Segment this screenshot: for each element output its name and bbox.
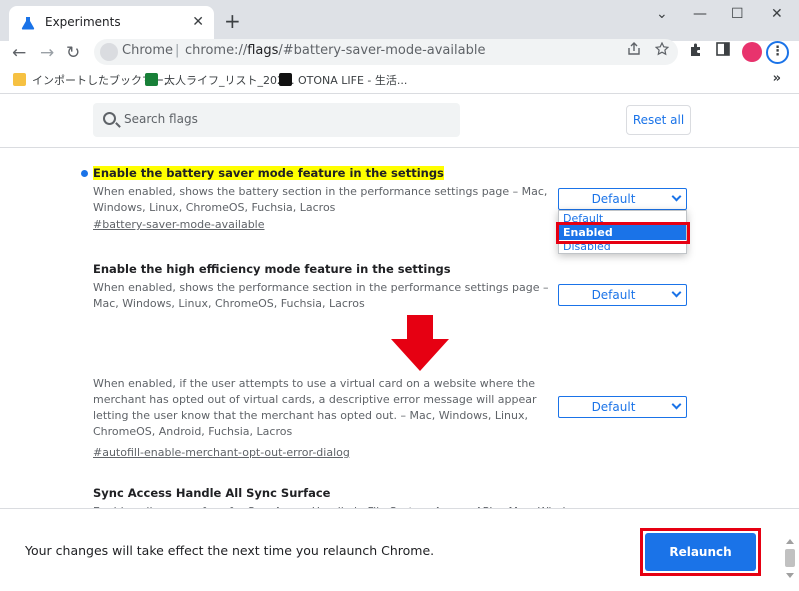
bookmarks-more-icon[interactable]: » (773, 71, 781, 86)
bookmark-item[interactable]: OTONA LIFE - 生活... (279, 72, 407, 88)
flag-select-battery-saver[interactable]: Default (558, 188, 687, 210)
relaunch-message: Your changes will take effect the next t… (25, 543, 435, 558)
flask-icon (21, 17, 35, 30)
address-bar[interactable]: Chrome | chrome://flags/#battery-saver-m… (94, 39, 678, 65)
bookmark-label: OTONA LIFE - 生活... (298, 74, 408, 87)
tab-title: Experiments (45, 15, 121, 29)
flag-description: When enabled, shows the battery section … (93, 185, 548, 214)
browser-screenshot-top: Experiments ✕ + ⌄ — ☐ ✕ ← → ↻ Chrome | c… (0, 0, 799, 310)
modified-indicator-dot (81, 170, 88, 177)
bookmark-label: 大人ライフ_リスト_202... (164, 74, 295, 87)
transition-band (0, 310, 799, 374)
down-arrow-icon (391, 315, 449, 371)
flag-title: Enable the battery saver mode feature in… (93, 166, 444, 180)
new-tab-button[interactable]: + (224, 11, 241, 31)
site-label: Chrome (122, 43, 173, 58)
maximize-button[interactable]: ☐ (731, 5, 744, 23)
flag-title: Enable the high efficiency mode feature … (93, 262, 451, 276)
select-value: Default (591, 400, 636, 414)
flag-item: Enable the battery saver mode feature in… (93, 166, 553, 231)
flag-description: When enabled, shows the performance sect… (93, 281, 549, 310)
flag-description: When enabled, if the user attempts to us… (93, 377, 537, 438)
otona-life-icon (279, 73, 292, 86)
minimize-button[interactable]: — (693, 5, 707, 23)
scroll-down-arrow-icon[interactable] (786, 573, 794, 578)
search-input[interactable]: Search flags (93, 103, 460, 137)
flag-select-merchant-opt-out[interactable]: Default (558, 396, 687, 418)
forward-button[interactable]: → (40, 43, 54, 63)
bookmarks-bar: インポートしたブックマー... 大人ライフ_リスト_202... OTONA L… (0, 65, 799, 94)
sheets-icon (145, 73, 158, 86)
flag-item: Enable the high efficiency mode feature … (93, 262, 553, 310)
scrollbar-thumb[interactable] (785, 549, 795, 567)
search-placeholder: Search flags (124, 112, 198, 126)
tab-close-icon[interactable]: ✕ (192, 13, 204, 31)
flag-item: When enabled, if the user attempts to us… (93, 376, 553, 459)
url-text[interactable]: chrome://flags/#battery-saver-mode-avail… (185, 43, 485, 58)
url-host: flags (247, 43, 279, 58)
chevron-down-icon (671, 191, 682, 202)
select-value: Default (591, 192, 636, 206)
annotation-highlight-box (640, 528, 761, 576)
back-button[interactable]: ← (12, 43, 26, 63)
flag-permalink[interactable]: #battery-saver-mode-available (93, 218, 553, 231)
tab-search-chevron-icon[interactable]: ⌄ (656, 5, 668, 23)
tab-strip: Experiments ✕ + ⌄ — ☐ ✕ (0, 0, 799, 41)
avatar[interactable] (742, 42, 762, 62)
browser-toolbar: ← → ↻ Chrome | chrome://flags/#battery-s… (0, 39, 799, 65)
menu-button[interactable]: ⋮ (766, 41, 789, 64)
annotation-highlight-box (556, 222, 690, 244)
url-path: /#battery-saver-mode-available (278, 43, 486, 58)
tab-experiments[interactable]: Experiments ✕ (9, 6, 214, 41)
sidepanel-icon[interactable] (716, 42, 730, 56)
scroll-up-arrow-icon[interactable] (786, 539, 794, 544)
share-icon[interactable] (627, 42, 641, 56)
browser-screenshot-bottom: When enabled, if the user attempts to us… (0, 374, 799, 591)
flag-permalink[interactable]: #autofill-enable-merchant-opt-out-error-… (93, 446, 553, 459)
bookmark-item[interactable]: 大人ライフ_リスト_202... (145, 72, 295, 88)
flag-title: Sync Access Handle All Sync Surface (93, 486, 331, 500)
close-window-button[interactable]: ✕ (771, 5, 783, 23)
reload-button[interactable]: ↻ (66, 43, 80, 63)
omnibox-separator: | (175, 43, 180, 58)
chevron-down-icon (671, 399, 682, 410)
folder-icon (13, 73, 26, 86)
flag-select-high-efficiency[interactable]: Default (558, 284, 687, 306)
chevron-down-icon (671, 287, 682, 298)
flags-header: Search flags Reset all (0, 94, 799, 148)
url-prefix: chrome:// (185, 43, 248, 58)
reset-all-button[interactable]: Reset all (626, 105, 691, 135)
puzzle-icon[interactable] (689, 42, 704, 57)
relaunch-bar: Your changes will take effect the next t… (0, 508, 799, 591)
search-icon (103, 112, 116, 125)
select-value: Default (591, 288, 636, 302)
star-icon[interactable] (655, 42, 669, 56)
chrome-site-icon[interactable] (100, 43, 118, 61)
